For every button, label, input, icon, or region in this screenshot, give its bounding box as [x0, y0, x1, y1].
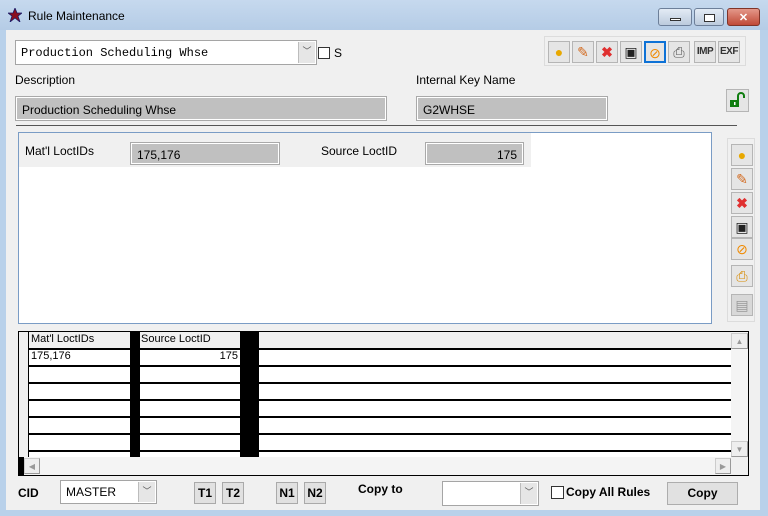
detail-panel: Mat'l LoctIDs 175,176 Source LoctID 175: [18, 132, 712, 324]
grid-column-divider: [240, 332, 259, 457]
export-button[interactable]: EXF: [718, 41, 740, 63]
copy-to-label: Copy to: [358, 482, 403, 496]
rule-select-value: Production Scheduling Whse: [21, 46, 209, 60]
side-paste-button[interactable]: ▤: [731, 294, 753, 316]
description-label: Description: [15, 73, 76, 87]
star-icon: [8, 8, 22, 22]
s-checkbox[interactable]: [318, 47, 330, 59]
chevron-down-icon[interactable]: ﹀: [520, 483, 537, 504]
copy-to-select[interactable]: ﹀: [442, 481, 539, 506]
side-save-button[interactable]: ▣: [731, 216, 753, 238]
description-field[interactable]: Production Scheduling Whse: [15, 96, 387, 121]
grid-line: [29, 399, 731, 401]
save-icon: ▣: [735, 219, 749, 235]
n1-button[interactable]: N1: [276, 482, 298, 504]
grid-line: [29, 416, 731, 418]
paste-icon: ▤: [735, 297, 749, 313]
close-button[interactable]: ✕: [727, 8, 760, 26]
row-header-column: [19, 332, 29, 457]
close-icon: ✕: [738, 12, 749, 24]
unlocked-padlock-icon: [730, 92, 745, 107]
edit-button[interactable]: ✎: [572, 41, 594, 63]
side-edit-button[interactable]: ✎: [731, 168, 753, 190]
cancel-icon: ⊘: [736, 241, 748, 257]
minimize-button[interactable]: [658, 8, 692, 26]
scroll-down-button[interactable]: ▼: [731, 441, 748, 457]
matl-loctids-field[interactable]: 175,176: [130, 142, 280, 165]
cancel-button[interactable]: ⊘: [644, 41, 666, 63]
grid-cell-matl[interactable]: 175,176: [31, 350, 129, 365]
rule-select[interactable]: Production Scheduling Whse ﹀: [15, 40, 317, 65]
chevron-down-icon[interactable]: ﹀: [298, 42, 315, 63]
save-icon: ▣: [624, 44, 638, 60]
cid-select[interactable]: MASTER ﹀: [60, 480, 157, 504]
copy-all-rules-label: Copy All Rules: [566, 485, 651, 499]
side-delete-button[interactable]: ✖: [731, 192, 753, 214]
source-loctid-label: Source LoctID: [321, 144, 398, 158]
import-button[interactable]: IMP: [694, 41, 716, 63]
window-client: Production Scheduling Whse ﹀ S ● ✎ ✖ ▣ ⊘…: [6, 30, 760, 510]
t1-button[interactable]: T1: [194, 482, 216, 504]
save-button[interactable]: ▣: [620, 41, 642, 63]
main-toolbar: ● ✎ ✖ ▣ ⊘ ⎙ IMP EXF: [544, 36, 746, 66]
grid-line: [29, 433, 731, 435]
grid-cell-source[interactable]: 175: [140, 350, 239, 365]
title-bar: Rule Maintenance ✕: [0, 0, 768, 30]
chevron-down-icon[interactable]: ﹀: [138, 482, 155, 502]
grid-line: [29, 348, 731, 350]
window-title: Rule Maintenance: [28, 9, 125, 23]
s-checkbox-label: S: [334, 46, 343, 60]
cancel-icon: ⊘: [649, 45, 661, 61]
grid-line: [29, 450, 731, 452]
grid-column-divider: [130, 332, 140, 457]
print-preview-icon: ⎙: [736, 268, 748, 284]
column-header-source[interactable]: Source LoctID: [140, 333, 240, 349]
scroll-up-button[interactable]: ▲: [731, 333, 748, 349]
column-header-matl[interactable]: Mat'l LoctIDs: [30, 333, 130, 349]
grid-line: [29, 365, 731, 367]
internal-key-field[interactable]: G2WHSE: [416, 96, 608, 121]
separator: [16, 125, 737, 126]
rules-grid[interactable]: Mat'l LoctIDs Source LoctID 175,176 175 …: [18, 331, 749, 476]
t2-button[interactable]: T2: [222, 482, 244, 504]
edit-icon: ✎: [577, 44, 589, 60]
side-toolbar: ● ✎ ✖ ▣ ⊘ ⎙ ▤: [727, 138, 755, 322]
cid-select-value: MASTER: [66, 485, 117, 499]
horizontal-scrollbar[interactable]: [19, 457, 731, 475]
copy-button[interactable]: Copy: [667, 482, 738, 505]
source-loctid-field[interactable]: 175: [425, 142, 524, 165]
side-new-button[interactable]: ●: [731, 144, 753, 166]
print-button[interactable]: ⎙: [668, 41, 690, 63]
new-icon: ●: [554, 44, 564, 60]
scroll-right-button[interactable]: ▶: [715, 458, 731, 474]
side-cancel-button[interactable]: ⊘: [731, 238, 753, 260]
delete-icon: ✖: [601, 44, 613, 60]
maximize-button[interactable]: [694, 8, 724, 26]
matl-loctids-label: Mat'l LoctIDs: [25, 144, 94, 158]
new-icon: ●: [737, 147, 747, 163]
vertical-scrollbar[interactable]: [731, 332, 748, 457]
edit-icon: ✎: [736, 171, 748, 187]
print-icon: ⎙: [673, 44, 685, 60]
side-print-preview-button[interactable]: ⎙: [731, 265, 753, 287]
copy-all-rules-checkbox[interactable]: [551, 486, 564, 499]
n2-button[interactable]: N2: [304, 482, 326, 504]
cid-label: CID: [18, 486, 39, 500]
internal-key-label: Internal Key Name: [416, 73, 516, 87]
grid-line: [29, 382, 731, 384]
new-button[interactable]: ●: [548, 41, 570, 63]
scroll-left-button[interactable]: ◀: [24, 458, 40, 474]
delete-icon: ✖: [736, 195, 748, 211]
delete-button[interactable]: ✖: [596, 41, 618, 63]
lock-button[interactable]: [726, 89, 749, 112]
